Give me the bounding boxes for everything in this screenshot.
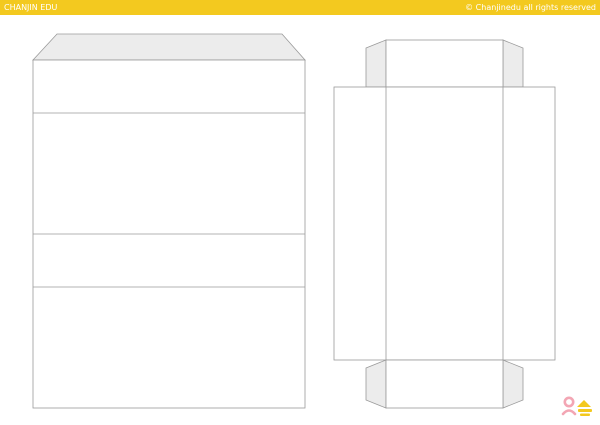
box-bottom-panel [385,359,504,409]
box-net-template [333,39,556,409]
box-top-right-flap [502,39,524,88]
envelope-top-flap [32,33,306,61]
box-top-panel [385,39,504,88]
envelope-template [32,33,306,409]
box-main-body [333,86,556,361]
box-bottom-right-flap [502,359,524,409]
papercraft-template [32,33,556,409]
chanjin-logo-icon [561,396,592,416]
box-top-left-flap [365,39,387,88]
box-bottom-left-flap [365,359,387,409]
